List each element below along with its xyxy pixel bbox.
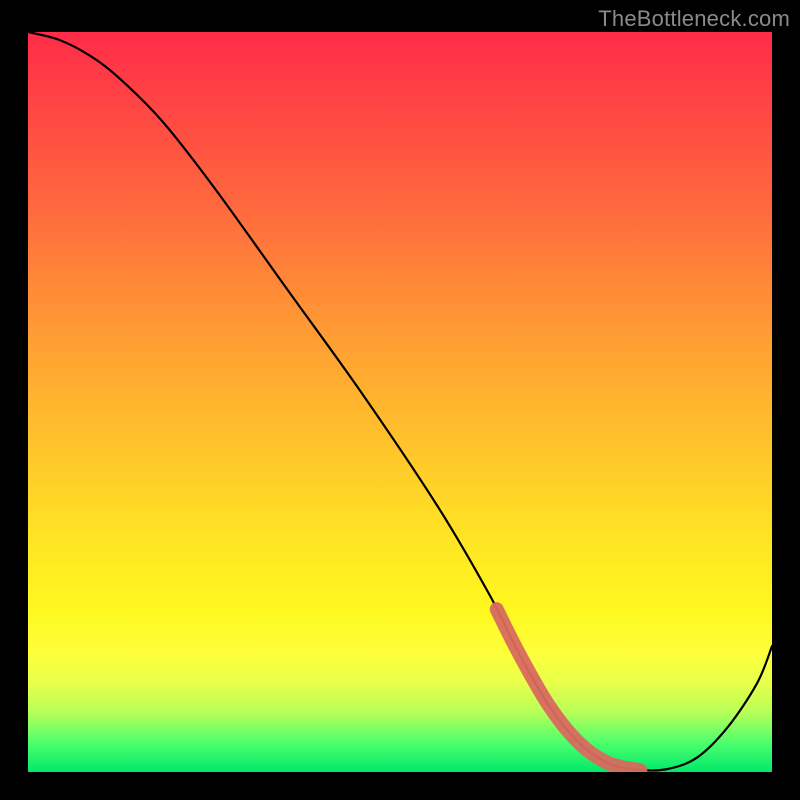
curve-overlay-svg [28, 32, 772, 772]
chart-container: TheBottleneck.com [0, 0, 800, 800]
plot-area [28, 32, 772, 772]
watermark-label: TheBottleneck.com [598, 6, 790, 32]
optimal-region-band [497, 609, 641, 770]
bottleneck-curve-line [28, 32, 772, 771]
